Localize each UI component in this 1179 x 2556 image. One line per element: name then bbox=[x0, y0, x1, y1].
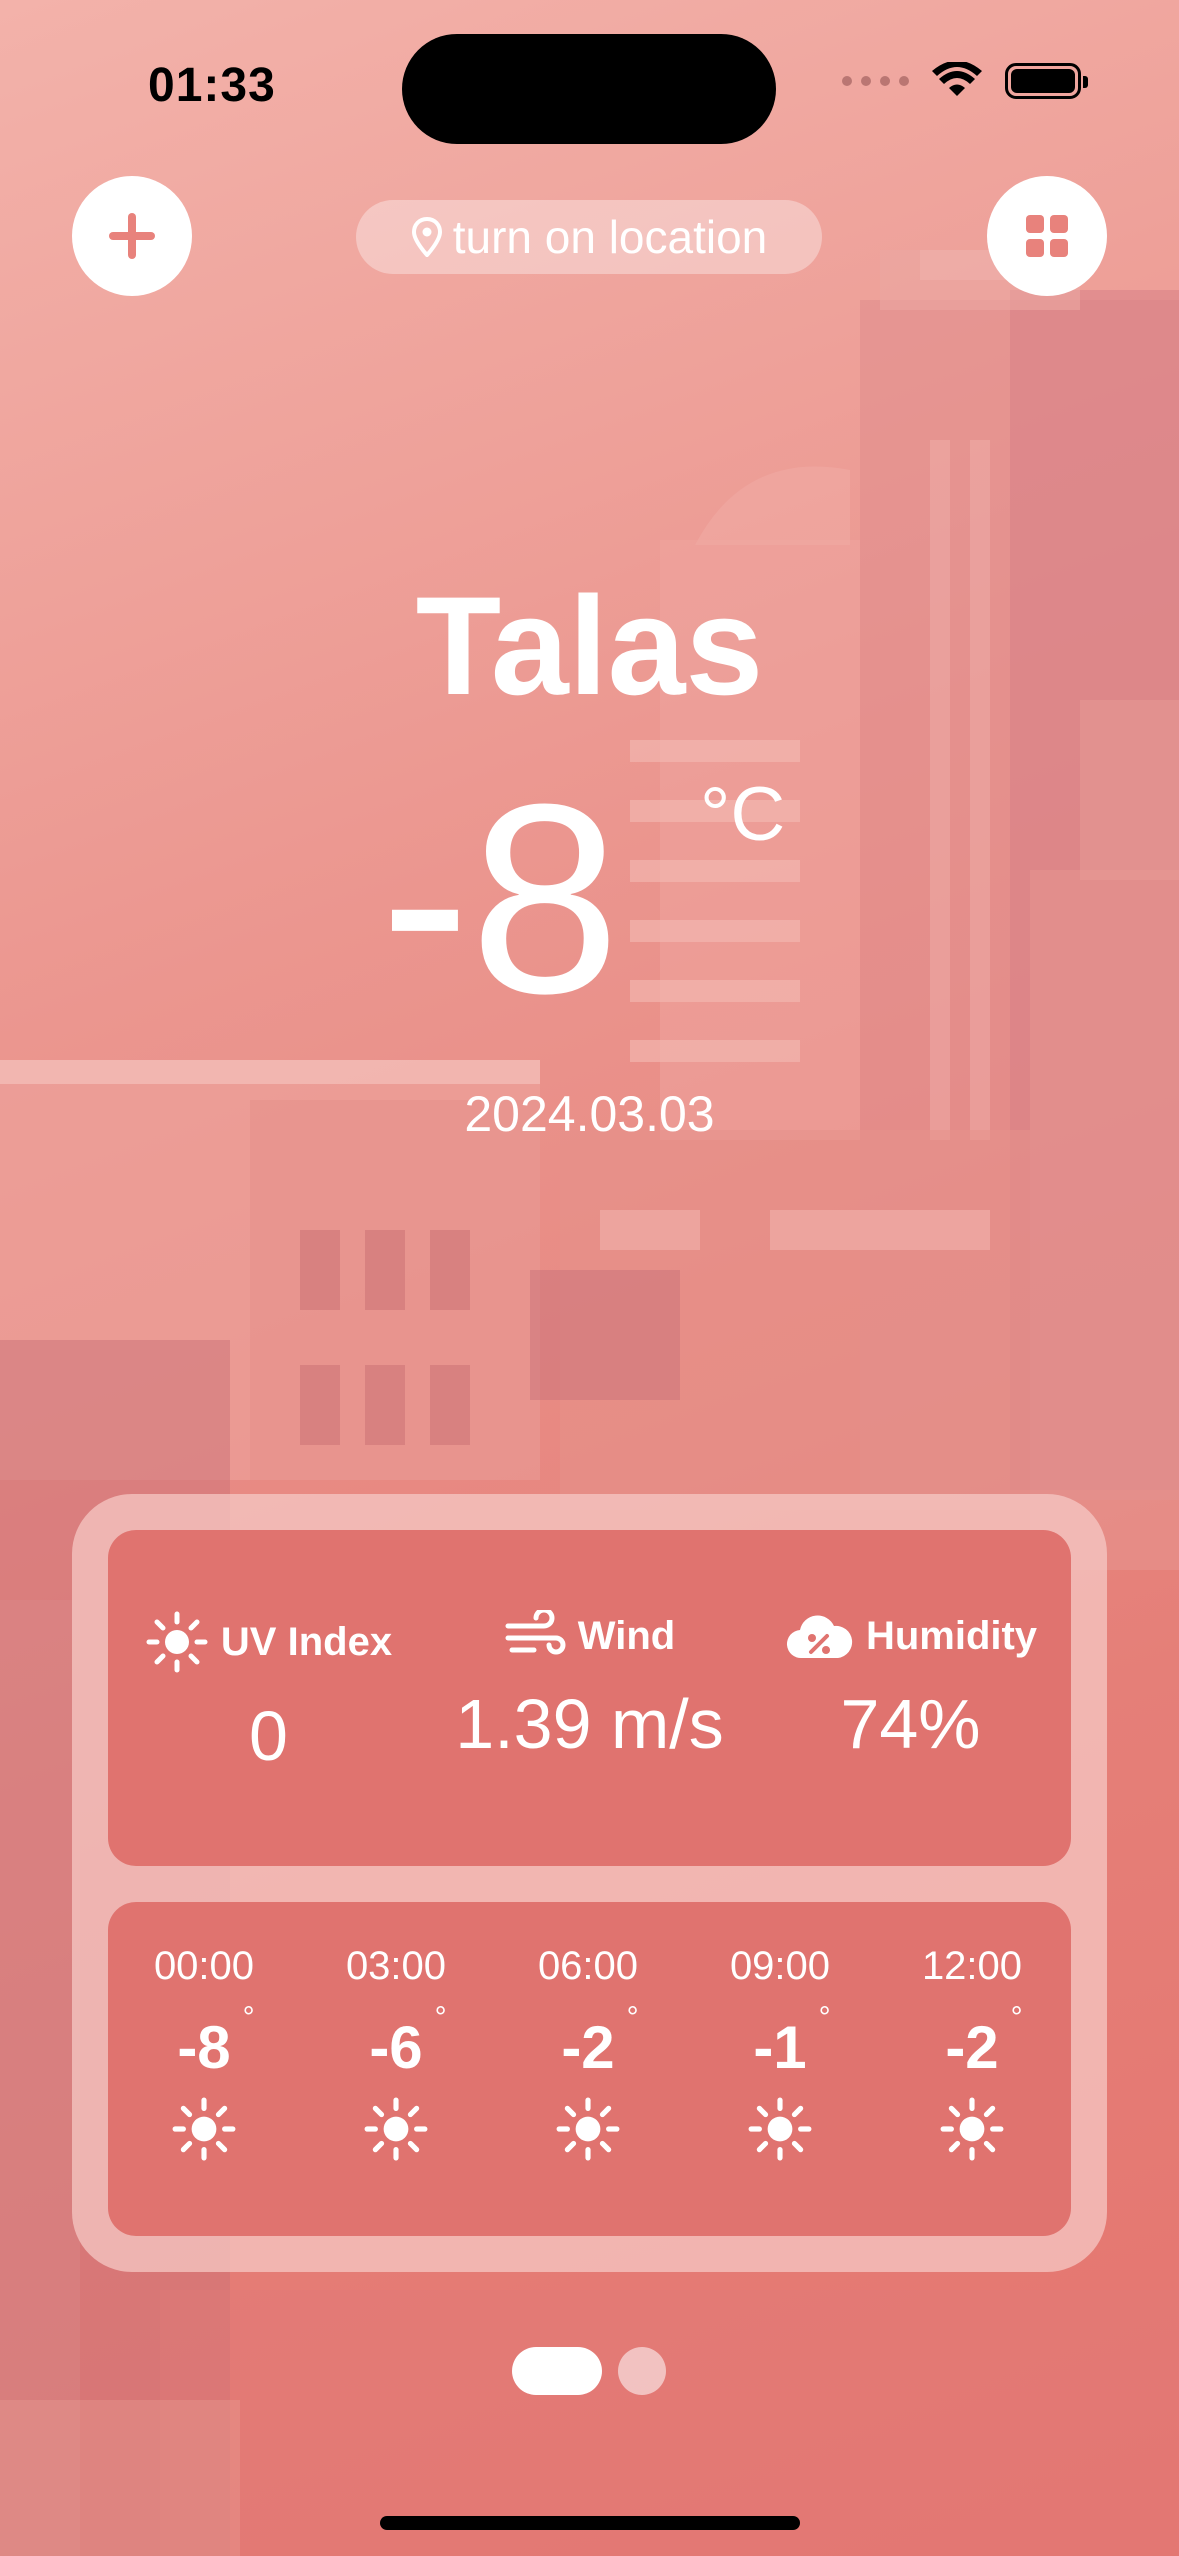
menu-grid-button[interactable] bbox=[987, 176, 1107, 296]
location-pin-icon bbox=[411, 217, 442, 257]
turn-on-location-button[interactable]: turn on location bbox=[356, 200, 822, 274]
add-city-button[interactable] bbox=[72, 176, 192, 296]
hour-time: 12:00 bbox=[921, 1944, 1023, 1988]
plus-icon bbox=[109, 213, 155, 259]
hourly-item: 09:00 -1 ° bbox=[684, 1944, 876, 2162]
battery-icon bbox=[1005, 63, 1088, 99]
page-indicator-dot[interactable] bbox=[618, 2347, 666, 2395]
sun-icon bbox=[364, 2097, 428, 2161]
wind-value: 1.39 m/s bbox=[455, 1685, 724, 1763]
cellular-signal-icon bbox=[842, 76, 909, 86]
sun-icon bbox=[940, 2097, 1004, 2161]
dynamic-island bbox=[402, 34, 776, 144]
hour-time: 09:00 bbox=[729, 1944, 831, 1988]
wind-icon bbox=[505, 1610, 566, 1655]
sun-icon bbox=[146, 1611, 208, 1673]
humidity-value: 74% bbox=[840, 1685, 981, 1763]
uv-index-label: UV Index bbox=[220, 1619, 393, 1664]
hourly-item: 06:00 -2 ° bbox=[492, 1944, 684, 2162]
wind-label: Wind bbox=[577, 1613, 676, 1658]
status-time: 01:33 bbox=[148, 59, 276, 112]
hour-time: 03:00 bbox=[345, 1944, 447, 1988]
page-indicator-active[interactable] bbox=[512, 2347, 602, 2395]
hour-temperature: -2 ° bbox=[945, 2001, 1023, 2081]
weather-details-card: UV Index 0 Wind 1.39 m/s Humidity 74% 00… bbox=[72, 1494, 1107, 2272]
current-date: 2024.03.03 bbox=[464, 1086, 715, 1142]
uv-index-stat: UV Index 0 bbox=[108, 1610, 429, 1776]
hour-temperature: -6 ° bbox=[369, 2001, 447, 2081]
wifi-icon bbox=[932, 62, 982, 96]
humidity-cloud-icon bbox=[786, 1615, 853, 1659]
grid-icon bbox=[1026, 215, 1068, 257]
uv-index-value: 0 bbox=[249, 1697, 288, 1775]
sun-icon bbox=[748, 2097, 812, 2161]
sun-icon bbox=[556, 2097, 620, 2161]
humidity-stat: Humidity 74% bbox=[750, 1610, 1071, 1764]
humidity-label: Humidity bbox=[865, 1613, 1038, 1658]
wind-stat: Wind 1.39 m/s bbox=[429, 1610, 750, 1764]
sun-icon bbox=[172, 2097, 236, 2161]
location-label: turn on location bbox=[452, 211, 768, 263]
hourly-item: 00:00 -8 ° bbox=[108, 1944, 300, 2162]
hour-temperature: -8 ° bbox=[177, 2001, 255, 2081]
hourly-forecast-panel: 00:00 -8 ° 03:00 -6 ° 06:00 -2 ° 09:00 -… bbox=[108, 1902, 1071, 2236]
stats-panel: UV Index 0 Wind 1.39 m/s Humidity 74% bbox=[108, 1530, 1071, 1866]
temperature-unit: °C bbox=[700, 772, 786, 857]
hour-temperature: -2 ° bbox=[561, 2001, 639, 2081]
hour-time: 00:00 bbox=[153, 1944, 255, 1988]
hour-temperature: -1 ° bbox=[753, 2001, 831, 2081]
hour-time: 06:00 bbox=[537, 1944, 639, 1988]
hourly-item: 03:00 -6 ° bbox=[300, 1944, 492, 2162]
city-name: Talas bbox=[415, 567, 764, 724]
current-temperature: -8 °C bbox=[0, 749, 1179, 1050]
home-indicator[interactable] bbox=[380, 2516, 800, 2530]
status-indicators bbox=[842, 62, 1088, 100]
hourly-item: 12:00 -2 ° bbox=[876, 1944, 1068, 2162]
temperature-value: -8 bbox=[380, 749, 621, 1050]
